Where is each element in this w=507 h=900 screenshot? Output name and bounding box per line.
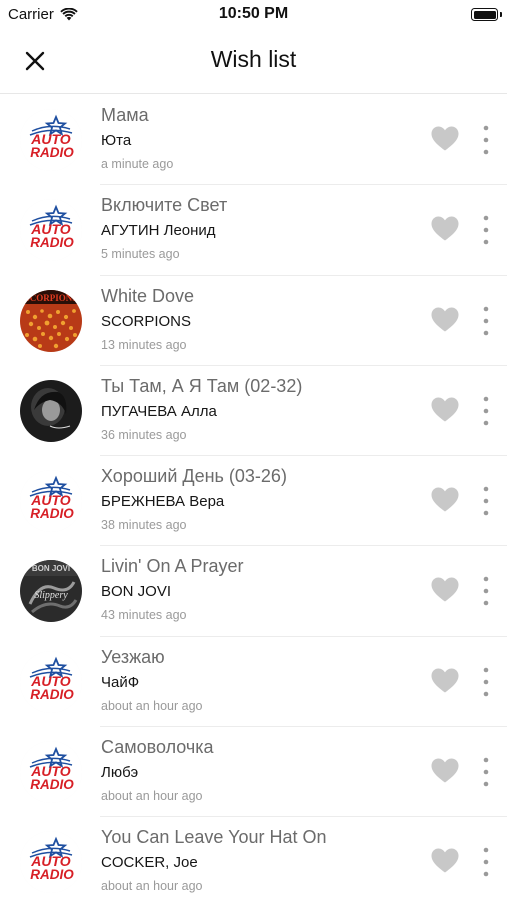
album-cover: SCORPIONS: [20, 289, 82, 352]
song-artist: SCORPIONS: [101, 312, 192, 330]
song-timestamp: 36 minutes ago: [101, 427, 187, 442]
more-vertical-icon: [483, 848, 489, 877]
song-artist: Любэ: [101, 764, 139, 782]
heart-icon: [431, 216, 459, 241]
song-timestamp: 43 minutes ago: [101, 608, 187, 623]
more-vertical-icon: [483, 215, 489, 245]
song-timestamp: about an hour ago: [101, 698, 203, 713]
album-cover: AUTO RADIO: [20, 831, 82, 894]
song-title: Включите Свет: [101, 195, 228, 216]
song-title: Самоволочка: [101, 737, 214, 758]
song-artist: АГУТИН Леонид: [101, 222, 216, 240]
list-item[interactable]: BON JOVI Slippery Livin' On A Prayer BON…: [0, 546, 507, 637]
favorite-button[interactable]: [431, 487, 461, 515]
navigation-bar: Wish list: [0, 30, 507, 94]
album-cover: BON JOVI Slippery: [20, 560, 82, 623]
favorite-button[interactable]: [431, 848, 461, 876]
album-cover: AUTO RADIO: [20, 650, 82, 713]
more-options-button[interactable]: [476, 304, 496, 338]
song-timestamp: 13 minutes ago: [101, 337, 187, 352]
list-item[interactable]: AUTO RADIO You Can Leave Your Hat On COC…: [0, 817, 507, 900]
svg-text:SCORPIONS: SCORPIONS: [25, 293, 78, 303]
favorite-button[interactable]: [431, 668, 461, 696]
song-timestamp: about an hour ago: [101, 789, 203, 804]
svg-text:Slippery: Slippery: [34, 590, 68, 601]
status-bar: Carrier 10:50 PM: [0, 0, 507, 30]
status-time: 10:50 PM: [218, 5, 289, 22]
song-title: Ты Там, А Я Там (02-32): [101, 375, 303, 396]
svg-text:RADIO: RADIO: [30, 235, 74, 250]
battery-icon: [471, 8, 498, 21]
favorite-button[interactable]: [431, 758, 461, 786]
svg-text:RADIO: RADIO: [30, 687, 74, 702]
favorite-button[interactable]: [431, 577, 461, 605]
svg-text:RADIO: RADIO: [30, 506, 74, 521]
more-vertical-icon: [483, 486, 489, 516]
more-vertical-icon: [483, 396, 489, 426]
heart-icon: [431, 126, 459, 151]
more-options-button[interactable]: [476, 394, 496, 428]
heart-icon: [431, 307, 459, 332]
svg-text:RADIO: RADIO: [30, 867, 74, 882]
song-title: Мама: [101, 105, 149, 125]
song-artist: BON JOVI: [101, 583, 172, 601]
list-item[interactable]: AUTO RADIO Хороший День (03-26) БРЕЖНЕВА…: [0, 456, 507, 547]
list-item[interactable]: AUTO RADIO Уезжаю ЧайФ about an hour ago: [0, 637, 507, 728]
page-title: Wish list: [210, 46, 297, 72]
song-artist: Юта: [101, 132, 132, 149]
more-options-button[interactable]: [476, 123, 496, 157]
battery-cap: [499, 12, 502, 17]
list-item[interactable]: Ты Там, А Я Там (02-32) ПУГАЧЕВА Алла 36…: [0, 366, 507, 457]
album-cover: AUTO RADIO: [20, 109, 82, 171]
song-timestamp: about an hour ago: [101, 879, 203, 894]
heart-icon: [431, 577, 459, 602]
song-timestamp: 38 minutes ago: [101, 518, 187, 533]
more-options-button[interactable]: [476, 665, 496, 699]
heart-icon: [431, 397, 459, 422]
svg-text:RADIO: RADIO: [30, 145, 74, 160]
song-title: White Dove: [101, 285, 195, 306]
more-vertical-icon: [483, 306, 489, 335]
song-title: You Can Leave Your Hat On: [101, 827, 327, 848]
song-title: Уезжаю: [101, 646, 165, 667]
more-vertical-icon: [483, 667, 489, 697]
favorite-button[interactable]: [431, 307, 461, 335]
favorite-button[interactable]: [431, 216, 461, 244]
svg-text:RADIO: RADIO: [30, 777, 74, 792]
album-cover: AUTO RADIO: [20, 199, 82, 262]
song-artist: COCKER, Joe: [101, 854, 198, 872]
song-title: Livin' On A Prayer: [101, 556, 244, 577]
wish-list: AUTO RADIO Мама Юта a minute ago AUTO RA…: [0, 95, 507, 900]
more-options-button[interactable]: [476, 845, 496, 879]
list-item[interactable]: AUTO RADIO Самоволочка Любэ about an hou…: [0, 727, 507, 818]
heart-icon: [431, 758, 459, 783]
album-cover: AUTO RADIO: [20, 470, 82, 533]
song-artist: ПУГАЧЕВА Алла: [101, 402, 217, 420]
favorite-button[interactable]: [431, 397, 461, 425]
svg-text:BON JOVI: BON JOVI: [32, 564, 70, 573]
more-vertical-icon: [483, 757, 489, 787]
more-vertical-icon: [483, 577, 489, 606]
more-options-button[interactable]: [476, 484, 496, 518]
album-cover: [20, 379, 82, 442]
heart-icon: [431, 668, 459, 693]
song-artist: БРЕЖНЕВА Вера: [101, 493, 225, 511]
more-options-button[interactable]: [476, 213, 496, 247]
song-title: Хороший День (03-26): [101, 466, 287, 487]
song-artist: ЧайФ: [101, 673, 140, 691]
song-timestamp: 5 minutes ago: [101, 247, 180, 262]
heart-icon: [431, 487, 459, 512]
list-item[interactable]: AUTO RADIO Включите Свет АГУТИН Леонид 5…: [0, 185, 507, 276]
favorite-button[interactable]: [431, 126, 461, 154]
more-options-button[interactable]: [476, 574, 496, 608]
list-item[interactable]: SCORPIONS White Dove SCORPIONS 13 minute…: [0, 276, 507, 366]
album-cover: AUTO RADIO: [20, 741, 82, 804]
song-timestamp: a minute ago: [101, 157, 174, 171]
heart-icon: [431, 848, 459, 873]
list-item[interactable]: AUTO RADIO Мама Юта a minute ago: [0, 95, 507, 186]
more-vertical-icon: [483, 125, 489, 155]
more-options-button[interactable]: [476, 755, 496, 789]
